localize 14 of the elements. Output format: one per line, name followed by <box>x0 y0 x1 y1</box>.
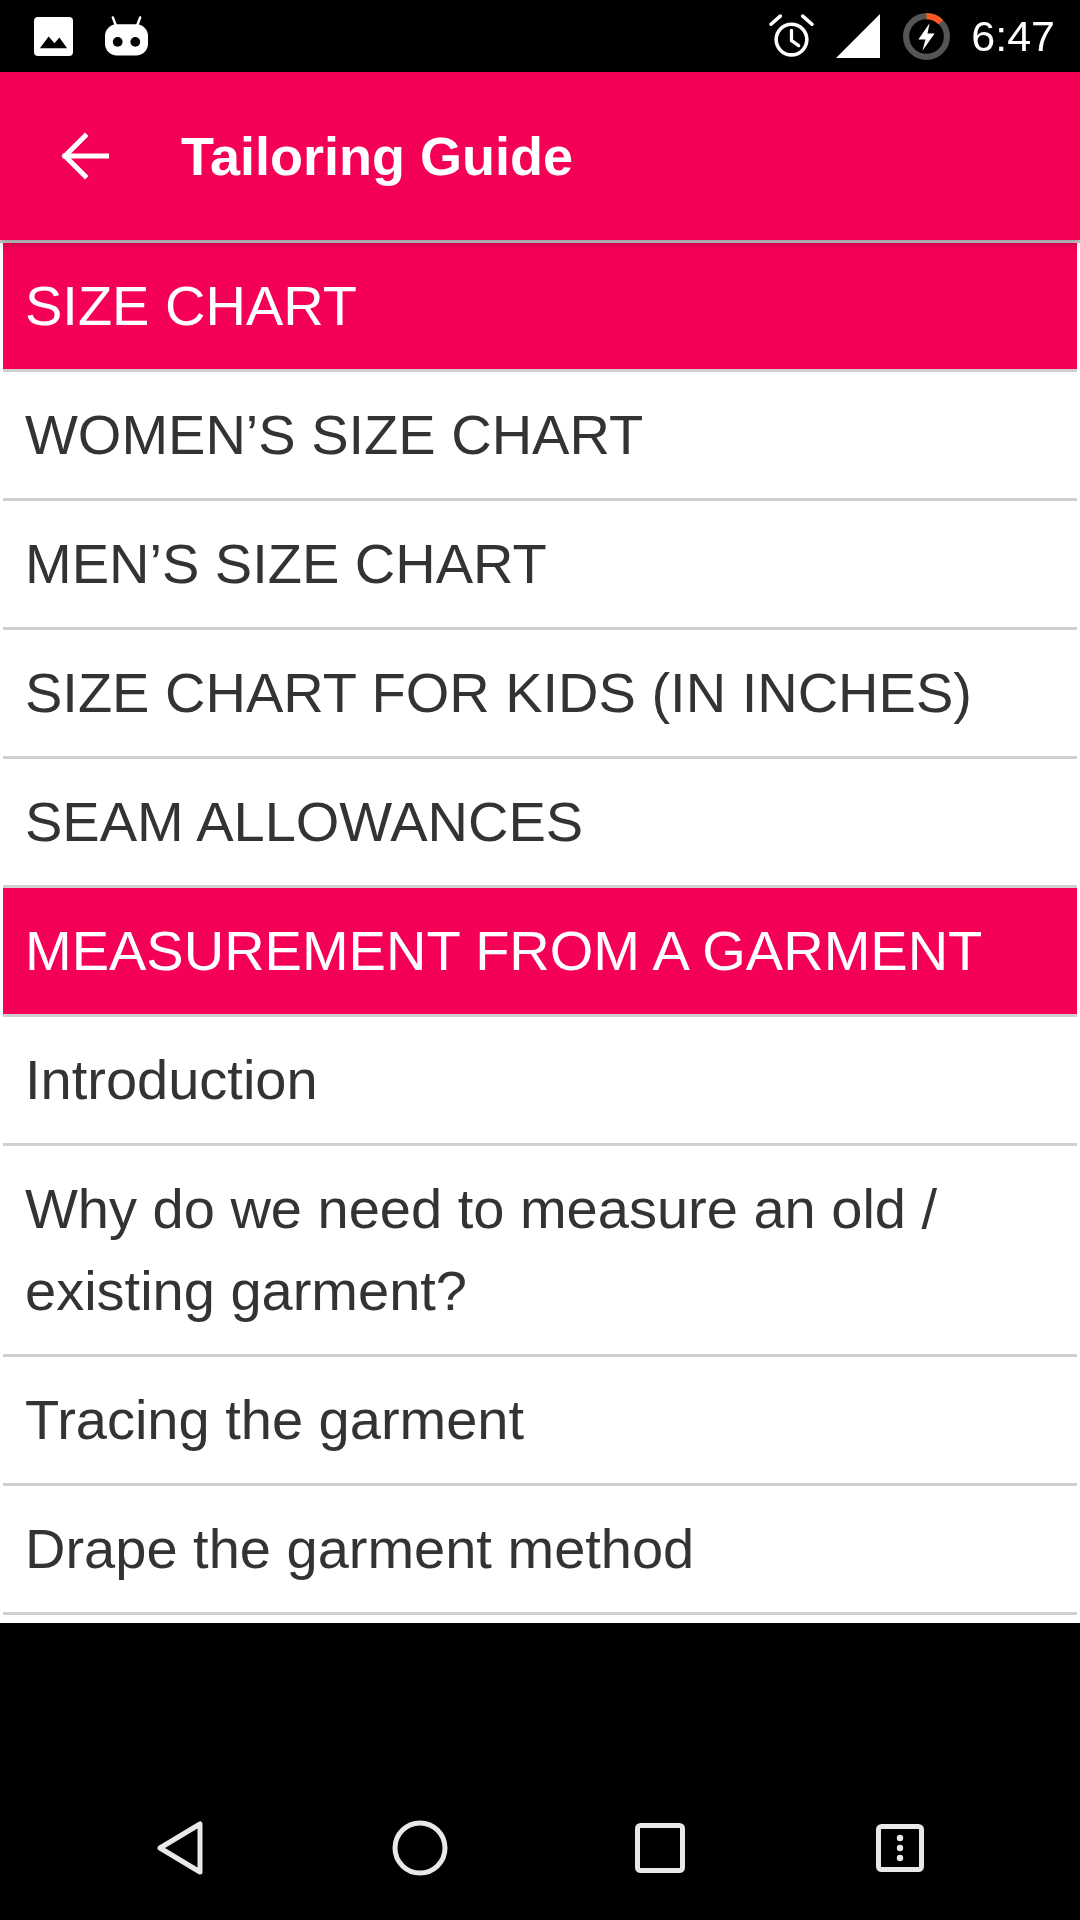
robot-icon <box>105 16 148 56</box>
section-header: MEASUREMENT FROM A GARMENT <box>3 888 1077 1017</box>
section-header: SIZE CHART <box>3 243 1077 372</box>
app-bar-title: Tailoring Guide <box>181 125 573 187</box>
signal-icon <box>836 14 881 58</box>
back-icon[interactable] <box>156 1820 204 1876</box>
home-icon[interactable] <box>392 1820 448 1876</box>
battery-charging-icon <box>902 11 952 61</box>
status-time: 6:47 <box>971 14 1055 58</box>
recents-icon[interactable] <box>635 1823 685 1873</box>
back-arrow-icon[interactable] <box>61 132 109 180</box>
image-icon <box>34 16 73 56</box>
menu-icon[interactable] <box>876 1824 924 1872</box>
alarm-clock-icon <box>769 13 815 59</box>
